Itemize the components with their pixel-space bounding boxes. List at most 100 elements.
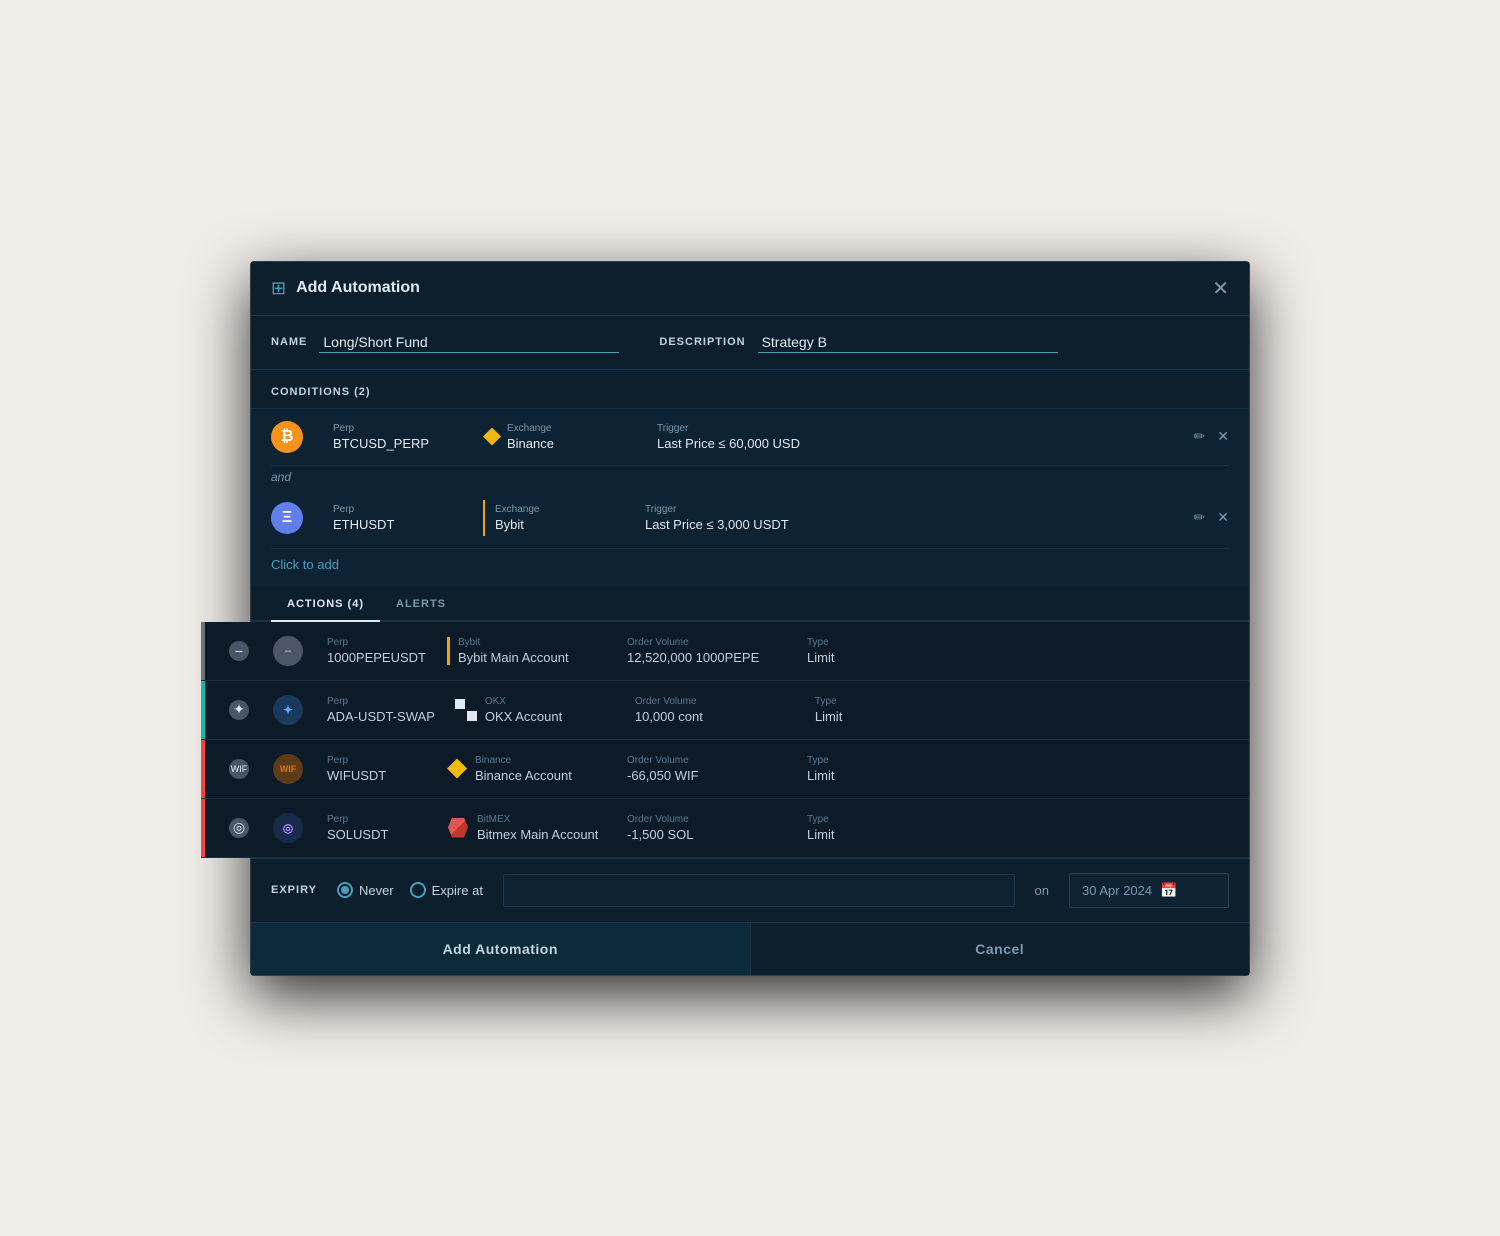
a4-perp-value: SOLUSDT <box>327 827 427 842</box>
action-2-border <box>201 681 205 739</box>
cond1-trigger-label: Trigger <box>657 423 877 434</box>
tabs-row: ACTIONS (4) ALERTS <box>251 586 1249 622</box>
a2-exch-label: OKX <box>485 696 562 707</box>
binance-icon-1 <box>483 428 501 446</box>
action-1-volume: Order Volume 12,520,000 1000PEPE <box>627 637 787 665</box>
binance-diamond-3 <box>447 759 467 779</box>
and-separator: and <box>271 466 1229 488</box>
a3-perp-value: WIFUSDT <box>327 768 427 783</box>
modal-dialog: ⊞ Add Automation ✕ NAME DESCRIPTION COND… <box>250 261 1250 976</box>
condition-2-perp: Perp ETHUSDT <box>333 504 453 532</box>
action-1-minus[interactable]: − <box>229 641 249 661</box>
expiry-date-picker[interactable]: 30 Apr 2024 📅 <box>1069 873 1229 908</box>
remove-condition-2-button[interactable]: ✕ <box>1217 509 1229 526</box>
action-4-minus[interactable]: ◎ <box>229 818 249 838</box>
action-3-volume: Order Volume -66,050 WIF <box>627 755 787 783</box>
tab-alerts[interactable]: ALERTS <box>380 586 462 622</box>
expire-at-radio[interactable]: Expire at <box>410 882 483 898</box>
action-4-border <box>201 799 205 857</box>
edit-condition-2-button[interactable]: ✏ <box>1194 509 1206 526</box>
a3-type-label: Type <box>807 755 907 766</box>
condition-1-exchange: Exchange Binance <box>507 423 627 451</box>
coin-icon-pepe: − <box>273 636 303 666</box>
conditions-section: ₿ Perp BTCUSD_PERP Exchange Binance <box>251 409 1249 586</box>
a4-perp-label: Perp <box>327 814 427 825</box>
coin-icon-wif: WIF <box>273 754 303 784</box>
a3-exch-label: Binance <box>475 755 572 766</box>
action-row-1: − − Perp 1000PEPEUSDT Bybit Bybit Main A… <box>201 622 1249 681</box>
never-radio-label: Never <box>359 883 394 898</box>
action-2-perp: Perp ADA-USDT-SWAP <box>327 696 435 724</box>
condition-1-info: Perp BTCUSD_PERP Exchange Binance Trigge… <box>333 423 1164 451</box>
bybit-bar-1 <box>483 500 485 536</box>
a4-vol-label: Order Volume <box>627 814 787 825</box>
edit-condition-1-button[interactable]: ✏ <box>1194 428 1206 445</box>
action-4-info: Perp SOLUSDT BitMEX Bitmex Main Account <box>327 814 1229 842</box>
action-2-minus[interactable]: ✦ <box>229 700 249 720</box>
a1-perp-label: Perp <box>327 637 427 648</box>
name-desc-row: NAME DESCRIPTION <box>251 316 1249 370</box>
condition-2-perp-label: Perp <box>333 504 453 515</box>
action-1-perp: Perp 1000PEPEUSDT <box>327 637 427 665</box>
action-1-type: Type Limit <box>807 637 907 665</box>
expiry-date-text-input[interactable] <box>503 874 1015 907</box>
action-3-minus[interactable]: WIF <box>229 759 249 779</box>
modal-footer: Add Automation Cancel <box>251 922 1249 975</box>
cond1-exch-label: Exchange <box>507 423 627 434</box>
action-row-4: ◎ ◎ Perp SOLUSDT BitMEX <box>201 799 1249 858</box>
a1-exch-value: Bybit Main Account <box>458 650 569 665</box>
cond1-trigger-value: Last Price ≤ 60,000 USD <box>657 436 877 451</box>
expire-at-radio-circle <box>410 882 426 898</box>
remove-condition-1-button[interactable]: ✕ <box>1217 428 1229 445</box>
expiry-date-value: 30 Apr 2024 <box>1082 883 1152 898</box>
modal-body: NAME DESCRIPTION CONDITIONS (2) ₿ <box>251 316 1249 922</box>
action-3-type: Type Limit <box>807 755 907 783</box>
backdrop: ⊞ Add Automation ✕ NAME DESCRIPTION COND… <box>0 0 1500 1236</box>
action-2-exchange: OKX OKX Account <box>455 696 615 724</box>
never-radio[interactable]: Never <box>337 882 394 898</box>
expire-at-radio-label: Expire at <box>432 883 483 898</box>
a1-perp-value: 1000PEPEUSDT <box>327 650 427 665</box>
add-automation-button[interactable]: Add Automation <box>251 923 751 975</box>
condition-1-actions: ✏ ✕ <box>1194 428 1229 445</box>
a2-exch-value: OKX Account <box>485 709 562 724</box>
condition-1-perp-value: BTCUSD_PERP <box>333 436 453 451</box>
a1-exch-label: Bybit <box>458 637 569 648</box>
a2-perp-value: ADA-USDT-SWAP <box>327 709 435 724</box>
coin-icon-eth: Ξ <box>271 502 303 534</box>
conditions-header: CONDITIONS (2) <box>251 370 1249 409</box>
actions-panel: − − Perp 1000PEPEUSDT Bybit Bybit Main A… <box>201 622 1249 858</box>
name-input[interactable] <box>319 332 619 353</box>
condition-2-exchange: Exchange Bybit <box>495 504 615 532</box>
action-3-info: Perp WIFUSDT Binance Binance Account Ord… <box>327 755 1229 783</box>
modal-icon: ⊞ <box>271 278 286 299</box>
condition-1-perp-label: Perp <box>333 423 453 434</box>
a3-perp-label: Perp <box>327 755 427 766</box>
a2-type-label: Type <box>815 696 915 707</box>
action-row-3: WIF WIF Perp WIFUSDT Binance Binance Acc… <box>201 740 1249 799</box>
close-button[interactable]: ✕ <box>1212 276 1229 301</box>
okx-icon <box>455 699 477 721</box>
a3-vol-value: -66,050 WIF <box>627 768 787 783</box>
name-field-group: NAME <box>271 332 619 353</box>
tab-actions[interactable]: ACTIONS (4) <box>271 586 380 622</box>
cancel-button[interactable]: Cancel <box>751 923 1250 975</box>
conditions-title: CONDITIONS (2) <box>271 386 371 398</box>
condition-row-1: ₿ Perp BTCUSD_PERP Exchange Binance <box>271 409 1229 466</box>
modal-title: Add Automation <box>296 279 420 297</box>
a1-vol-value: 12,520,000 1000PEPE <box>627 650 787 665</box>
a2-type-value: Limit <box>815 709 915 724</box>
a4-exch-value: Bitmex Main Account <box>477 827 598 842</box>
condition-1-trigger: Trigger Last Price ≤ 60,000 USD <box>657 423 877 451</box>
click-to-add[interactable]: Click to add <box>271 549 1229 576</box>
desc-input[interactable] <box>758 332 1058 353</box>
never-radio-circle <box>337 882 353 898</box>
action-1-exchange: Bybit Bybit Main Account <box>447 637 607 665</box>
expiry-label: EXPIRY <box>271 884 317 896</box>
expiry-section: EXPIRY Never Expire at on 30 Apr 2024 📅 <box>251 858 1249 922</box>
a2-perp-label: Perp <box>327 696 435 707</box>
a2-vol-value: 10,000 cont <box>635 709 795 724</box>
condition-2-perp-value: ETHUSDT <box>333 517 453 532</box>
action-1-info: Perp 1000PEPEUSDT Bybit Bybit Main Accou… <box>327 637 1229 665</box>
cond1-exch-value: Binance <box>507 436 627 451</box>
